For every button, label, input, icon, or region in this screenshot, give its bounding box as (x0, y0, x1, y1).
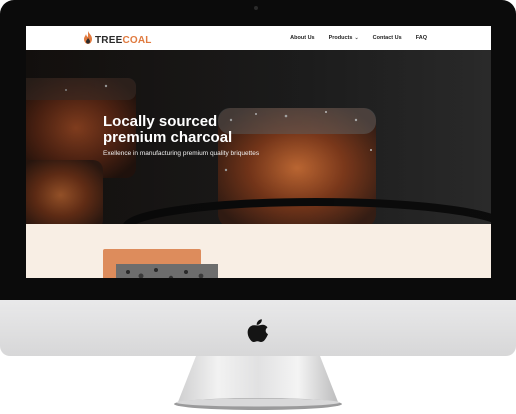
flame-icon (83, 31, 93, 49)
hero-title: Locally sourced premium charcoal (103, 114, 303, 146)
camera-dot (254, 6, 258, 10)
monitor-stand (174, 356, 342, 410)
about-section (26, 224, 491, 278)
nav-about-us[interactable]: About Us (290, 35, 314, 41)
nav-products-label: Products (328, 35, 353, 41)
nav-about-label: About Us (290, 35, 315, 41)
logo-word-coal: COAL (122, 34, 152, 46)
logo-word-tree: TREE (95, 34, 123, 46)
nav-faq-label: FAQ (415, 35, 427, 41)
nav-contact-label: Contact Us (372, 35, 402, 41)
imac-mockup: TREECOAL About Us Products ⌄ Contact Us F… (0, 0, 516, 414)
site-navbar: TREECOAL About Us Products ⌄ Contact Us F… (26, 26, 491, 50)
website-screen: TREECOAL About Us Products ⌄ Contact Us F… (26, 26, 491, 278)
product-image (116, 264, 218, 278)
hero-title-line-2: premium charcoal (103, 129, 233, 146)
apple-logo-icon (247, 319, 268, 342)
chevron-down-icon: ⌄ (354, 35, 359, 41)
nav-faq[interactable]: FAQ (416, 35, 427, 41)
hero-title-line-1: Locally sourced (103, 113, 218, 130)
monitor-chin (0, 300, 516, 356)
nav-links: About Us Products ⌄ Contact Us FAQ (290, 26, 427, 50)
hero-section: Locally sourced premium charcoal Exellen… (26, 50, 491, 224)
monitor-bezel: TREECOAL About Us Products ⌄ Contact Us F… (0, 0, 516, 300)
site-logo[interactable]: TREECOAL (83, 31, 152, 49)
nav-contact-us[interactable]: Contact Us (373, 35, 402, 41)
hero-subtitle: Exellence in manufacturing premium quali… (103, 150, 260, 157)
nav-products[interactable]: Products ⌄ (329, 35, 359, 41)
logo-wordmark: TREECOAL (95, 35, 152, 46)
